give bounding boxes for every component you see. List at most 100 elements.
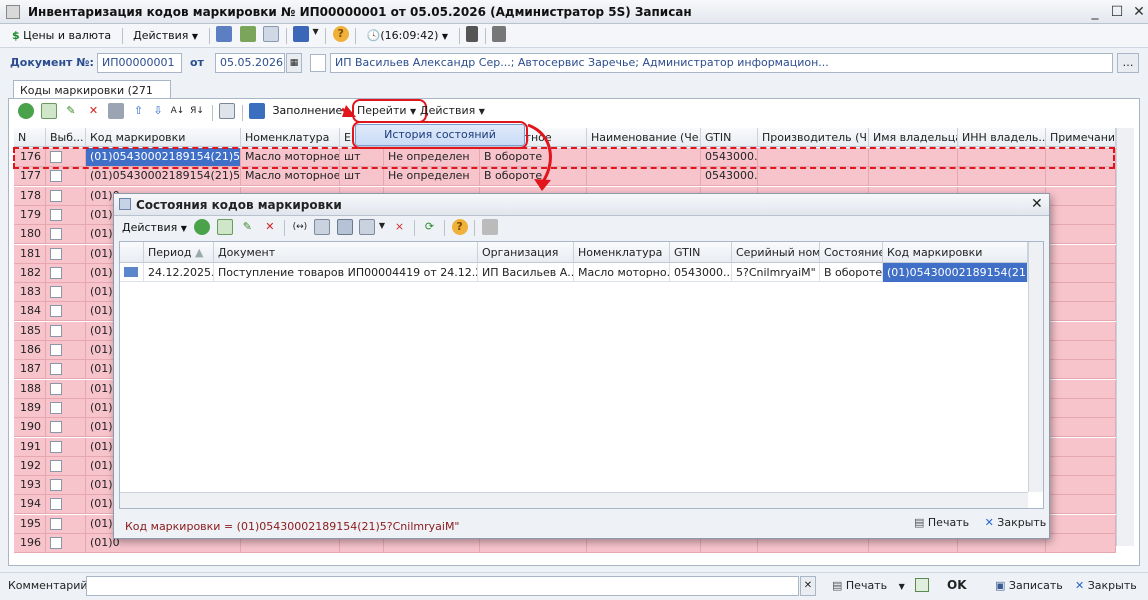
add-icon[interactable] — [18, 103, 34, 119]
select-checkbox[interactable] — [50, 208, 62, 221]
clear-comment-icon[interactable]: ✕ — [800, 576, 816, 596]
time-button[interactable]: 🕓(16:09:42) ▼ — [363, 26, 452, 46]
table-row[interactable]: 177(01)05430002189154(21)52hj...Масло мо… — [14, 167, 1116, 187]
copy-icon[interactable] — [219, 103, 235, 119]
ok-button[interactable]: OK — [947, 578, 967, 592]
close-form-button[interactable]: ✕ Закрыть — [1075, 579, 1137, 592]
document-icon[interactable] — [216, 26, 233, 42]
grid-scrollbar[interactable] — [1116, 128, 1134, 546]
filter-icon[interactable] — [314, 219, 331, 235]
column-header[interactable]: Производитель (Ч... — [758, 128, 869, 147]
column-header-document[interactable]: Документ — [214, 242, 478, 263]
column-header[interactable]: N — [14, 128, 46, 147]
column-header[interactable]: Имя владельца — [869, 128, 958, 147]
dialog-print-button[interactable]: ▤ Печать — [914, 516, 969, 529]
select-checkbox[interactable] — [50, 189, 62, 202]
select-checkbox[interactable] — [50, 324, 62, 337]
column-header[interactable]: Наименование (Че... — [587, 128, 701, 147]
prices-button[interactable]: $ Цены и валюта — [8, 26, 115, 46]
edit-icon[interactable]: ✎ — [63, 103, 79, 119]
column-header[interactable]: GTIN — [701, 128, 758, 147]
document-info-field[interactable]: ИП Васильев Александр Сер...; Автосервис… — [330, 53, 1113, 73]
column-header[interactable]: Выб... — [46, 128, 86, 147]
comment-input[interactable] — [86, 576, 799, 596]
save-button[interactable]: ▣ Записать — [995, 579, 1063, 592]
column-header-gtin[interactable]: GTIN — [670, 242, 732, 263]
clear-filter-icon[interactable]: ⨯ — [392, 219, 408, 235]
minimize-button[interactable]: _ — [1084, 3, 1106, 21]
select-checkbox[interactable] — [50, 459, 62, 472]
dialog-table-row[interactable]: 24.12.2025... Поступление товаров ИП0000… — [120, 263, 1028, 282]
dialog-vscroll[interactable] — [1028, 242, 1043, 492]
column-header-serial[interactable]: Серийный ном... — [732, 242, 820, 263]
settings-icon[interactable] — [481, 219, 498, 235]
select-checkbox[interactable] — [50, 266, 62, 279]
add-copy-icon[interactable] — [216, 219, 233, 235]
select-checkbox[interactable] — [50, 228, 62, 241]
maximize-button[interactable]: ☐ — [1106, 3, 1128, 21]
dialog-actions-button[interactable]: Действия ▼ — [118, 218, 191, 238]
cell-n: 183 — [14, 283, 46, 302]
add-copy-icon[interactable] — [40, 103, 57, 119]
select-checkbox[interactable] — [50, 344, 62, 356]
column-header-code[interactable]: Код маркировки — [883, 242, 1028, 263]
select-checkbox[interactable] — [50, 382, 62, 395]
cell-select — [46, 514, 86, 533]
cell-nomenclature: Масло моторно... — [574, 263, 670, 282]
help-icon[interactable]: ? — [332, 26, 349, 42]
period-icon[interactable]: (↔) — [292, 219, 308, 235]
calendar-icon[interactable]: ▦ — [286, 53, 302, 73]
column-header-period[interactable]: Период ▲ — [144, 242, 214, 263]
move-up-icon[interactable]: ⇧ — [131, 103, 147, 119]
select-checkbox[interactable] — [50, 537, 62, 549]
delete-icon[interactable]: ✕ — [86, 103, 102, 119]
select-checkbox[interactable] — [50, 363, 62, 376]
select-checkbox[interactable] — [50, 247, 62, 260]
column-header-state[interactable]: Состояние — [820, 242, 883, 263]
column-header-nomenclature[interactable]: Номенклатура — [574, 242, 670, 263]
copy-icon[interactable] — [263, 26, 280, 42]
list-icon[interactable] — [492, 26, 507, 42]
filter-menu-icon[interactable] — [359, 219, 376, 235]
select-checkbox[interactable] — [50, 517, 62, 530]
more-button[interactable]: … — [1117, 53, 1139, 73]
check-icon[interactable] — [915, 578, 929, 592]
select-checkbox[interactable] — [50, 498, 62, 511]
export-icon[interactable] — [293, 26, 310, 42]
column-header[interactable]: Примечание — [1046, 128, 1116, 147]
refresh-icon[interactable] — [239, 26, 256, 42]
select-checkbox[interactable] — [50, 421, 62, 434]
select-checkbox[interactable] — [50, 479, 62, 492]
select-checkbox[interactable] — [50, 305, 62, 318]
column-header[interactable]: Код маркировки — [86, 128, 241, 147]
close-button[interactable]: ✕ — [1128, 3, 1148, 21]
delete-icon[interactable]: ✕ — [262, 219, 278, 235]
refresh-icon[interactable]: ⟳ — [422, 219, 438, 235]
cell-code-selected[interactable]: (01)05430002189154(21)5?Cn — [883, 263, 1028, 282]
filter-active-icon[interactable] — [336, 219, 353, 235]
structure-icon[interactable] — [466, 26, 479, 42]
select-checkbox[interactable] — [50, 440, 62, 453]
edit-icon[interactable]: ✎ — [239, 219, 255, 235]
column-header[interactable]: ИНН владель... — [958, 128, 1046, 147]
select-checkbox[interactable] — [50, 401, 62, 414]
tab-marking-codes[interactable]: Коды маркировки (271 поз.) — [13, 80, 171, 110]
move-down-icon[interactable]: ⇩ — [150, 103, 166, 119]
select-checkbox[interactable] — [50, 170, 62, 183]
save-icon[interactable] — [108, 103, 124, 119]
dialog-hscroll[interactable] — [120, 492, 1028, 508]
dropdown-arrow-icon[interactable]: ▼ — [313, 27, 319, 36]
dialog-close-button[interactable]: ✕ Закрыть — [985, 516, 1047, 529]
document-number-field[interactable]: ИП00000001 — [97, 53, 182, 73]
sort-desc-icon[interactable]: Я↓ — [189, 103, 205, 119]
actions-menu-button[interactable]: Действия ▼ — [129, 26, 202, 46]
column-header-organization[interactable]: Организация — [478, 242, 574, 263]
dropdown-arrow-icon[interactable]: ▼ — [379, 221, 385, 230]
help-icon[interactable]: ? — [451, 219, 468, 235]
select-checkbox[interactable] — [50, 286, 62, 299]
dialog-close-icon[interactable]: ✕ — [1031, 196, 1043, 212]
document-date-field[interactable]: 05.05.2026 — [215, 53, 285, 73]
add-icon[interactable] — [194, 219, 211, 235]
sort-asc-icon[interactable]: A↓ — [170, 103, 186, 119]
print-button[interactable]: ▤ Печать ▼ — [832, 579, 905, 592]
